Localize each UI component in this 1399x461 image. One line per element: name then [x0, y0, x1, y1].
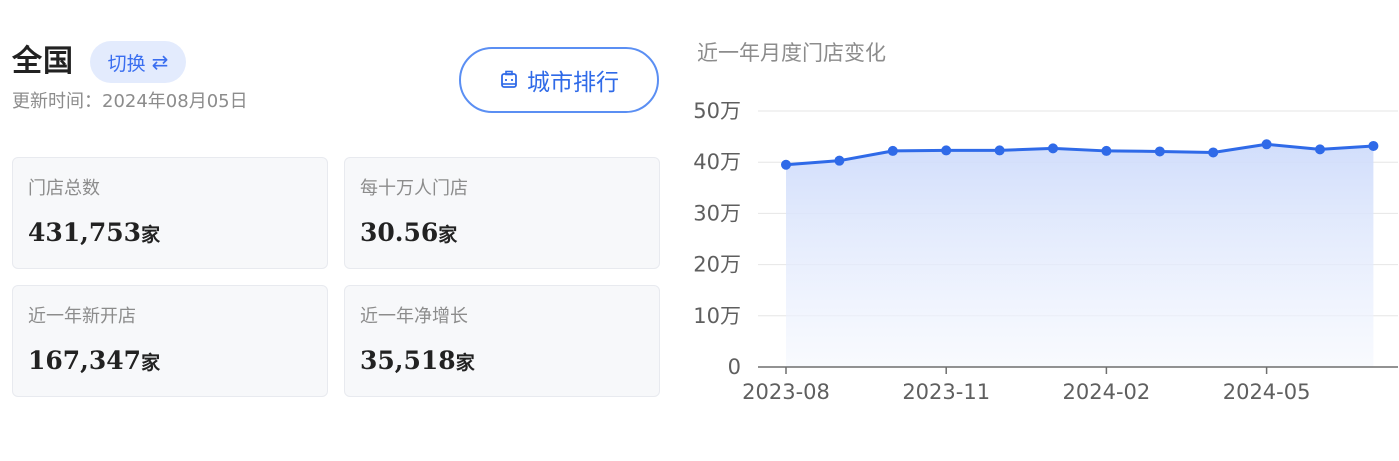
data-point: [1208, 147, 1219, 158]
stat-card-net-growth: 近一年净增长 35,518家: [344, 285, 660, 397]
data-point: [1154, 146, 1165, 157]
data-point: [941, 145, 952, 156]
stat-value: 30.56: [360, 218, 439, 247]
store-trend-chart: 0 10万 20万 30万 40万 50万 2023-08 2023-11 2024-02 202…: [693, 99, 1398, 404]
stat-unit: 家: [438, 224, 458, 246]
switch-label: 切换: [107, 52, 146, 75]
y-tick-label: 0: [728, 355, 741, 379]
data-point: [781, 159, 791, 170]
update-time: 更新时间：2024年08月05日: [12, 91, 248, 112]
stat-unit: 家: [455, 352, 475, 374]
x-tick-label: 2024-02: [1063, 380, 1151, 404]
y-tick-label: 20万: [693, 253, 741, 277]
data-point: [1261, 139, 1272, 150]
data-point: [887, 145, 898, 156]
y-tick-label: 30万: [693, 201, 741, 225]
stat-value: 167,347: [28, 346, 142, 375]
y-tick-label: 50万: [693, 99, 741, 123]
stat-card-total: 门店总数 431,753家: [12, 157, 328, 269]
chart-title: 近一年月度门店变化: [697, 41, 886, 65]
stat-unit: 家: [141, 224, 161, 246]
stat-label: 近一年净增长: [360, 306, 468, 327]
stat-value: 431,753: [28, 218, 142, 247]
data-point: [1101, 145, 1112, 156]
data-point: [1048, 143, 1058, 154]
city-rank-label: 城市排行: [527, 70, 619, 96]
data-point: [1315, 144, 1325, 155]
building-icon: [499, 70, 519, 90]
y-tick-label: 10万: [693, 304, 741, 328]
region-title: 全国: [12, 44, 74, 79]
city-rank-button[interactable]: 城市排行: [459, 47, 659, 113]
stat-label: 门店总数: [28, 178, 100, 199]
switch-button[interactable]: 切换 ⇄: [90, 41, 186, 83]
x-tick-label: 2023-08: [742, 380, 830, 404]
swap-icon: ⇄: [151, 50, 169, 74]
data-point: [834, 155, 845, 166]
stat-card-new-stores: 近一年新开店 167,347家: [12, 285, 328, 397]
stat-card-per-100k: 每十万人门店 30.56家: [344, 157, 660, 269]
stat-label: 每十万人门店: [360, 178, 468, 199]
stat-value: 35,518: [360, 346, 456, 375]
stat-unit: 家: [141, 352, 161, 374]
series-area: [786, 144, 1374, 367]
x-tick-label: 2024-05: [1223, 380, 1311, 404]
y-tick-label: 40万: [693, 150, 741, 174]
data-point: [994, 145, 1005, 156]
data-point: [1368, 140, 1379, 151]
x-tick-label: 2023-11: [902, 380, 990, 404]
stat-label: 近一年新开店: [28, 306, 136, 327]
